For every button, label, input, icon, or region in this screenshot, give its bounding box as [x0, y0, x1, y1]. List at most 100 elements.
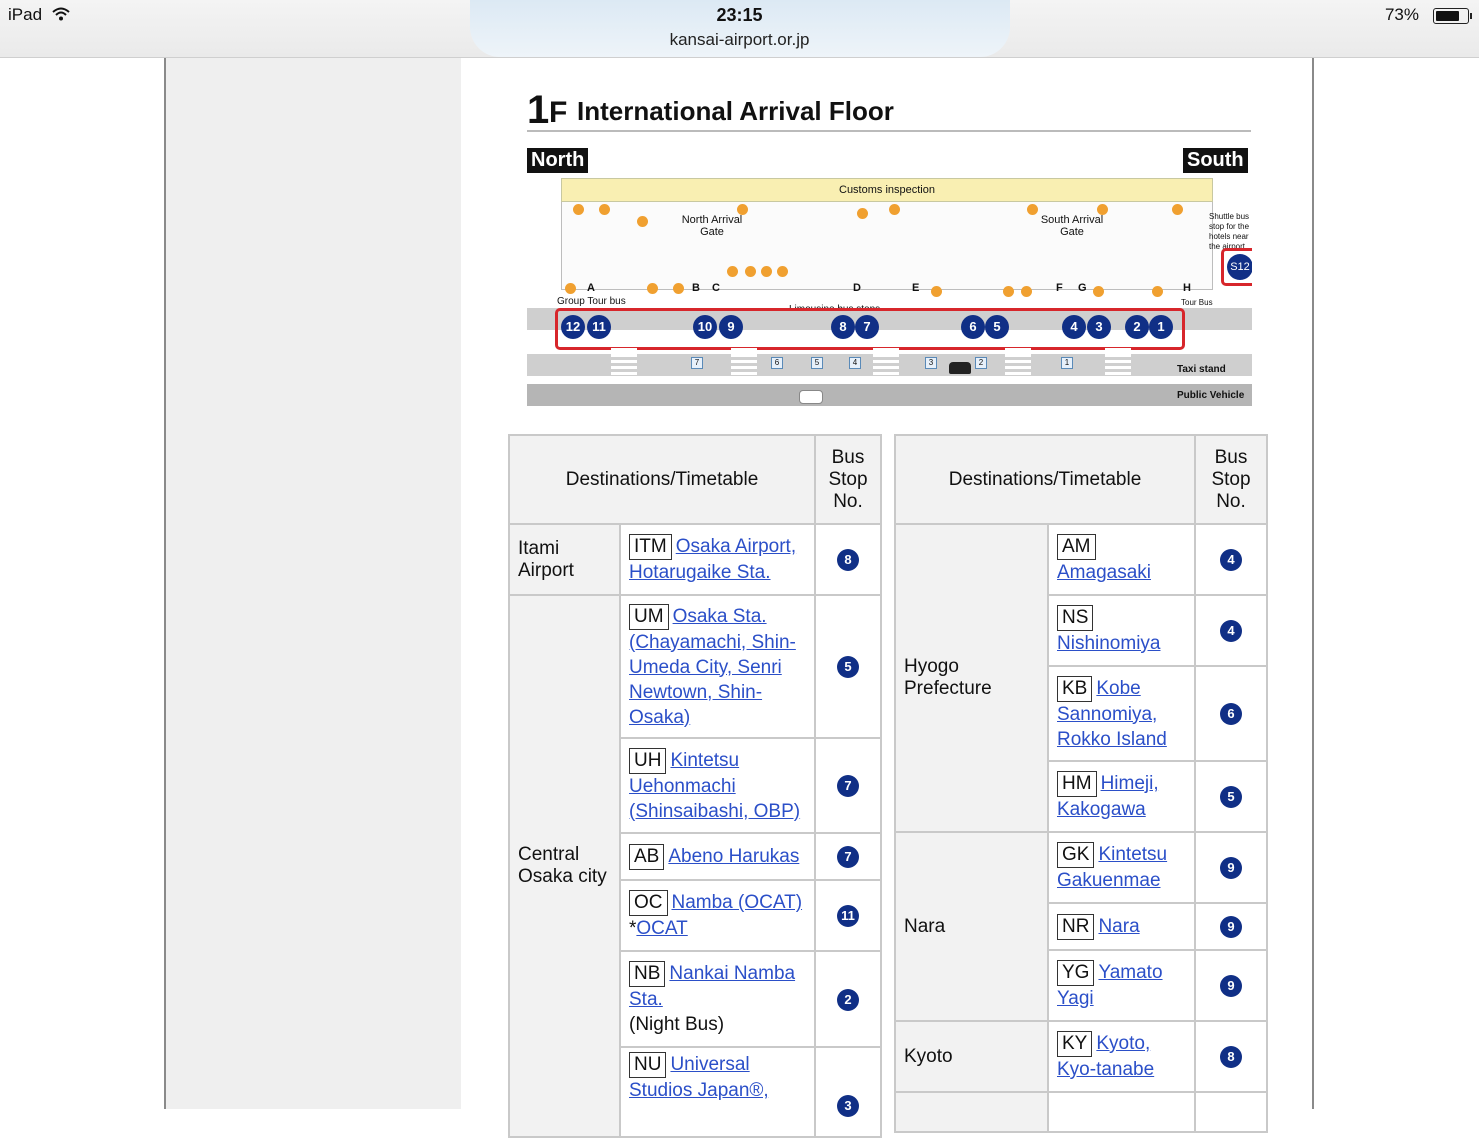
destination-cell: UH Kintetsu Uehonmachi (Shinsaibashi, OBP…: [619, 737, 816, 834]
facility-icon: [737, 204, 748, 215]
night-bus-note: (Night Bus): [629, 1014, 725, 1035]
floor-letter: F: [549, 96, 568, 129]
stop-cell: [1194, 1091, 1268, 1133]
bus-stop-marker[interactable]: 1: [1149, 315, 1173, 339]
floor-number: 1: [527, 88, 550, 132]
bus-stop-marker[interactable]: 3: [1087, 315, 1111, 339]
bus-stop-badge: 4: [1220, 620, 1242, 642]
facility-icon: [1093, 286, 1104, 297]
stop-cell: 8: [814, 523, 882, 596]
clock: 23:15: [716, 5, 763, 25]
sidebar: [166, 58, 461, 1109]
ocat-link[interactable]: OCAT: [636, 918, 687, 939]
bus-stop-marker[interactable]: 2: [1125, 315, 1149, 339]
facility-icon: [857, 208, 868, 219]
door-letter: C: [712, 282, 720, 294]
facility-icon: [727, 266, 738, 277]
area-cell: Hyogo Prefecture: [894, 523, 1049, 833]
bus-stop-marker[interactable]: 8: [831, 315, 855, 339]
shuttle-stop-marker: S12: [1227, 254, 1252, 280]
bus-stop-badge: 9: [1220, 857, 1242, 879]
shuttle-note: Shuttle bus stop for the hotels near the…: [1209, 212, 1250, 251]
south-gate-label: South Arrival Gate: [1040, 214, 1104, 238]
stop-cell: 8: [1194, 1020, 1268, 1093]
stop-number: 4: [849, 357, 861, 369]
header-bus-stop: Bus Stop No.: [814, 434, 882, 525]
destination-cell: YG Yamato Yagi: [1047, 949, 1196, 1022]
public-vehicle-label: Public Vehicle: [1177, 390, 1245, 401]
destination-cell: NU Universal Studios Japan®,: [619, 1046, 816, 1138]
car-icon: [799, 390, 823, 404]
stop-cell: 7: [814, 737, 882, 834]
bus-stop-marker[interactable]: 7: [855, 315, 879, 339]
facility-icon: [637, 216, 648, 227]
destination-link[interactable]: Namba (OCAT): [672, 892, 803, 913]
bus-stop-marker[interactable]: 6: [961, 315, 985, 339]
header-bus-stop: Bus Stop No.: [1194, 434, 1268, 525]
facility-icon: [599, 204, 610, 215]
bus-stop-marker[interactable]: 10: [693, 315, 717, 339]
destination-cell: [1047, 1091, 1196, 1133]
area-cell: Kyoto: [894, 1020, 1049, 1093]
bus-stop-marker[interactable]: 11: [587, 315, 611, 339]
door-letter: A: [587, 282, 595, 294]
bus-stop-marker[interactable]: 5: [985, 315, 1009, 339]
door-letter: D: [853, 282, 861, 294]
url-text[interactable]: kansai-airport.or.jp: [0, 30, 1479, 50]
destination-cell: NB Nankai Namba Sta. (Night Bus): [619, 950, 816, 1048]
door-letter: F: [1056, 282, 1063, 294]
route-code: GK: [1057, 842, 1095, 868]
destination-cell: KY Kyoto, Kyo-tanabe: [1047, 1020, 1196, 1093]
stop-cell: 5: [814, 594, 882, 739]
route-code: ITM: [629, 534, 672, 560]
battery-percent: 73%: [1384, 5, 1419, 24]
bus-stop-marker[interactable]: 4: [1062, 315, 1086, 339]
taxi-icon: [949, 362, 971, 374]
stop-cell: 9: [1194, 902, 1268, 951]
destination-cell: GK Kintetsu Gakuenmae: [1047, 831, 1196, 904]
battery-icon: [1433, 8, 1472, 24]
bus-stop-badge: 7: [837, 775, 859, 797]
stop-cell: 3: [814, 1046, 882, 1138]
facility-icon: [673, 283, 684, 294]
stop-cell: 11: [814, 879, 882, 952]
destination-cell: KB Kobe Sannomiya, Rokko Island: [1047, 665, 1196, 762]
stop-cell: 5: [1194, 760, 1268, 833]
floor-title: 1 F International Arrival Floor: [527, 88, 1251, 132]
destination-link[interactable]: Abeno Harukas: [668, 846, 799, 867]
stop-cell: 9: [1194, 831, 1268, 904]
crosswalk: [611, 348, 637, 378]
area-cell: [894, 1091, 1049, 1133]
crosswalk: [1105, 348, 1131, 378]
route-code: NS: [1057, 605, 1094, 631]
bus-stop-marker[interactable]: 9: [719, 315, 743, 339]
destination-link[interactable]: Nishinomiya: [1057, 633, 1160, 654]
stop-number: 7: [691, 357, 703, 369]
shuttle-stop-box[interactable]: S12: [1221, 248, 1252, 286]
destination-link[interactable]: Nara: [1098, 916, 1139, 937]
route-code: UM: [629, 603, 669, 630]
bus-stop-badge: 3: [837, 1095, 859, 1117]
page-border-right: [1312, 58, 1314, 1109]
destination-cell: OC Namba (OCAT) *OCAT: [619, 879, 816, 952]
area-cell: Nara: [894, 831, 1049, 1022]
stop-number: 1: [1061, 357, 1073, 369]
destination-cell: NR Nara: [1047, 902, 1196, 951]
route-code: NU: [629, 1052, 667, 1078]
public-vehicle-lane: [527, 384, 1252, 406]
stop-cell: 4: [1194, 594, 1268, 667]
bus-stop-badge: 9: [1220, 916, 1242, 938]
route-code: NR: [1057, 913, 1095, 940]
north-label: North: [527, 148, 589, 173]
facility-icon: [565, 283, 576, 294]
route-code: NB: [629, 961, 666, 987]
destination-cell: NS Nishinomiya: [1047, 594, 1196, 667]
bus-stop-marker[interactable]: 12: [561, 315, 585, 339]
route-code: KB: [1057, 675, 1093, 702]
destination-cell: AB Abeno Harukas: [619, 832, 816, 881]
facility-icon: [647, 283, 658, 294]
destination-cell: AM Amagasaki: [1047, 523, 1196, 596]
destination-link[interactable]: Amagasaki: [1057, 562, 1151, 583]
bus-stop-badge: 8: [1220, 1046, 1242, 1068]
facility-icon: [1152, 286, 1163, 297]
